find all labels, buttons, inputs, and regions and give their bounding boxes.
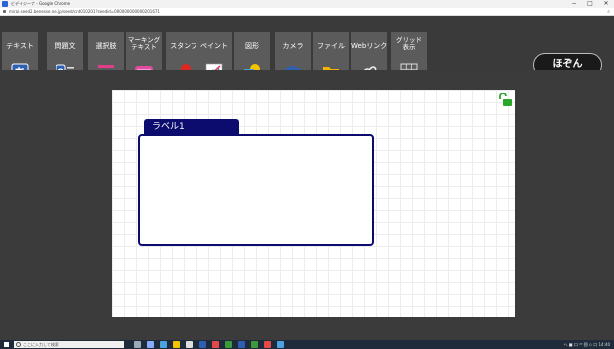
tool-label: 問題文 — [54, 42, 76, 50]
minimize-button[interactable]: − — [566, 0, 582, 8]
maximize-button[interactable]: □ — [582, 0, 598, 8]
excel-icon[interactable] — [251, 341, 258, 348]
taskbar-search-placeholder: ここに入力して検索 — [23, 342, 59, 347]
search-icon — [16, 342, 21, 347]
tool-label: マーキング テキスト — [127, 36, 161, 51]
taskview-icon[interactable] — [134, 341, 141, 348]
zoom-icon[interactable]: ⌕ — [607, 8, 610, 16]
tool-label: 図形 — [245, 42, 259, 50]
chrome-icon[interactable] — [225, 341, 232, 348]
app-icon[interactable] — [277, 341, 284, 348]
powerpoint-icon[interactable] — [264, 341, 271, 348]
store-icon[interactable] — [186, 341, 193, 348]
explorer-icon[interactable] — [173, 341, 180, 348]
browser-title-bar: ビデイジーナ - Google Chrome − □ ✕ — [0, 0, 614, 8]
label-text-box[interactable] — [138, 134, 374, 246]
os-taskbar: ここに入力して検索 へ ■ 口 ⁴⁰ 囲 ◇ 口 14:40 — [0, 340, 614, 349]
tool-label: カメラ — [282, 42, 304, 50]
unlock-icon[interactable] — [498, 93, 512, 106]
taskbar-search-input[interactable]: ここに入力して検索 — [14, 341, 124, 348]
tool-label: ファイル — [317, 42, 345, 50]
window-controls: − □ ✕ — [566, 0, 614, 8]
tool-label: テキスト — [6, 42, 34, 50]
close-button[interactable]: ✕ — [598, 0, 614, 8]
word-icon[interactable] — [238, 341, 245, 348]
app-favicon-icon — [2, 1, 8, 7]
address-bar[interactable]: mirai.seed2.benesse.ne.jp/seed/cnt010201… — [0, 8, 614, 16]
tool-label: ペイント — [200, 42, 228, 50]
tool-label: 選択肢 — [95, 42, 117, 50]
label-title-tab[interactable]: ラベル1 — [144, 119, 239, 135]
system-tray[interactable]: へ ■ 口 ⁴⁰ 囲 ◇ 口 14:40 — [564, 340, 611, 349]
window-title: ビデイジーナ - Google Chrome — [11, 1, 71, 6]
app-icon[interactable] — [147, 341, 154, 348]
taskbar-pinned-apps — [134, 341, 284, 348]
url-text[interactable]: mirai.seed2.benesse.ne.jp/seed/cnt010201… — [9, 8, 160, 16]
tool-label: グリッド 表示 — [396, 36, 422, 51]
app-icon[interactable] — [212, 341, 219, 348]
label-title: ラベル1 — [152, 122, 185, 132]
windows-start-icon[interactable] — [4, 342, 9, 347]
tool-label: Webリンク — [351, 42, 388, 50]
app-toolbar: テキスト あ 問題文 Q 選択肢 マーキング テキスト — [0, 16, 614, 84]
edge-icon[interactable] — [160, 341, 167, 348]
lock-icon — [3, 10, 6, 13]
mail-icon[interactable] — [199, 341, 206, 348]
